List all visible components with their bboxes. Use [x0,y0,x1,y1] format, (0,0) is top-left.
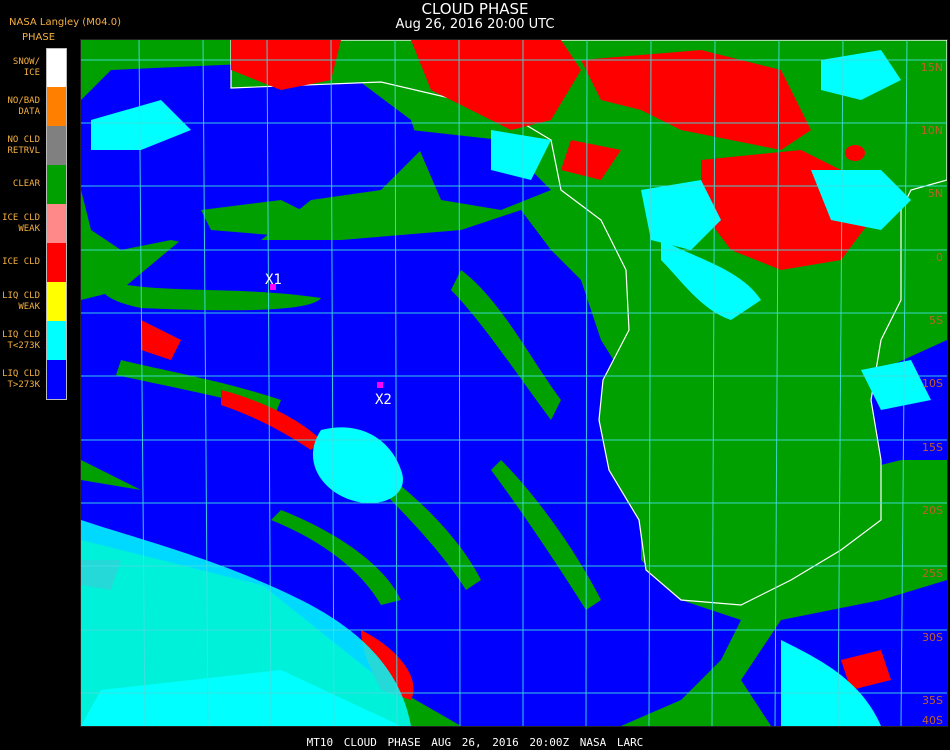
map-timestamp: Aug 26, 2016 20:00 UTC [395,17,555,32]
lat-label: 40S [922,714,943,726]
legend-title: PHASE [22,32,56,43]
lat-label: 15S [922,441,943,454]
lat-label: 25S [922,567,943,580]
lat-label: 10N [921,124,943,137]
marker-x2[interactable] [377,382,383,388]
legend-swatch [46,282,67,321]
footer-caption: MT10 CLOUD PHASE AUG 26, 2016 20:00Z NAS… [306,736,644,749]
legend-label: SNOW/ ICE [12,56,40,78]
legend-label: NO/BAD DATA [7,95,40,117]
lat-label: 30S [922,631,943,644]
legend-label: LIQ CLD WEAK [2,290,40,312]
legend-swatch [46,321,67,360]
lat-label: 15N [921,61,943,74]
legend-swatch [46,87,67,126]
legend-swatch [46,360,67,400]
lat-label: 5N [928,187,943,200]
legend-swatch [46,126,67,165]
producer-label: NASA Langley (M04.0) [9,17,121,28]
legend-label: NO CLD RETRVL [7,134,40,156]
map-title: CLOUD PHASE [421,0,529,18]
legend-label: LIQ CLD T<273K [2,329,40,351]
legend-swatch [46,48,67,88]
legend-label: CLEAR [12,179,40,189]
legend-label: LIQ CLD T>273K [2,368,40,390]
legend-swatch [46,204,67,243]
legend-label: ICE CLD WEAK [2,212,40,234]
legend-label: ICE CLD [2,257,40,267]
lat-label: 5S [929,314,943,327]
marker-x2-label: X2 [375,392,392,408]
lat-label: 10S [922,377,943,390]
lat-label: 0 [936,251,943,264]
lat-label: 35S [922,694,943,707]
legend-swatch [46,165,67,204]
lat-label: 20S [922,504,943,517]
legend-swatch [46,243,67,282]
marker-x1-label: X1 [265,272,282,288]
cloud-phase-map[interactable]: 15N 10N 5N 0 5S 10S 15S 20S 25S 30S 35S … [80,39,948,727]
map-canvas: 15N 10N 5N 0 5S 10S 15S 20S 25S 30S 35S … [81,40,947,726]
